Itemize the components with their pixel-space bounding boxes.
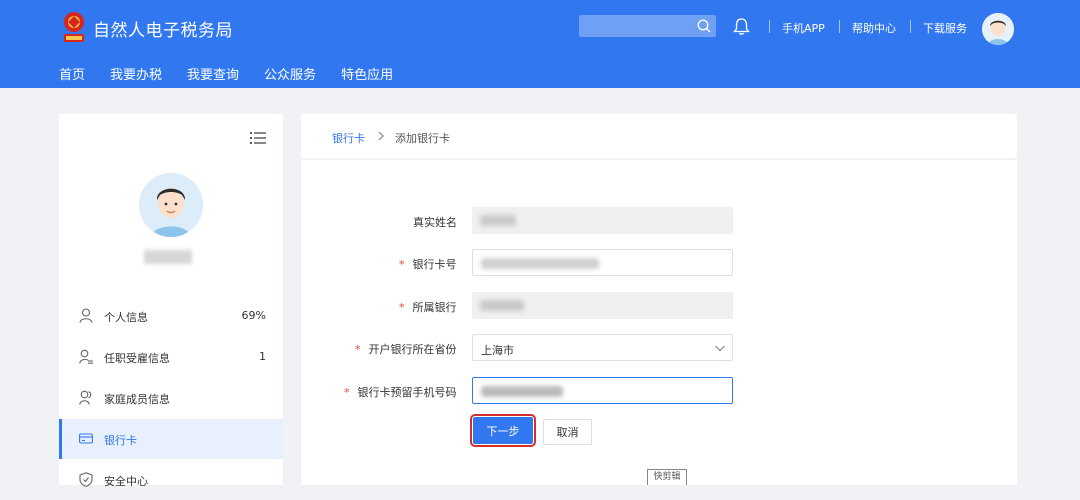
phone-label: * 银行卡预留手机号码 <box>344 386 457 399</box>
chevron-down-icon[interactable] <box>714 343 726 353</box>
cancel-button[interactable]: 取消 <box>543 419 592 445</box>
avatar-face-icon <box>139 173 203 237</box>
chevron-right-icon <box>378 131 384 141</box>
breadcrumb: 银行卡 添加银行卡 <box>301 114 1017 158</box>
breadcrumb-current: 添加银行卡 <box>395 132 450 145</box>
sidebar-item-family-info[interactable]: 家庭成员信息 <box>59 378 283 418</box>
breadcrumb-bank-card-link[interactable]: 银行卡 <box>332 130 365 146</box>
bank-label: * 所属银行 <box>399 301 457 314</box>
user-icon <box>79 308 93 323</box>
bank-field <box>472 292 733 319</box>
site-title: 自然人电子税务局 <box>93 21 233 41</box>
menu-icon[interactable] <box>250 131 266 145</box>
nav-home[interactable]: 首页 <box>59 64 85 83</box>
header-separator <box>839 20 840 33</box>
help-center-link[interactable]: 帮助中心 <box>852 20 896 36</box>
phone-input[interactable] <box>472 377 733 404</box>
province-selected-value: 上海市 <box>481 344 514 357</box>
phone-value-redacted <box>481 386 563 397</box>
search-box[interactable] <box>579 15 716 37</box>
province-select[interactable]: 上海市 <box>472 334 733 361</box>
bank-value-redacted <box>480 300 524 311</box>
sidebar-item-employment-info[interactable]: 任职受雇信息 1 <box>59 337 283 377</box>
name-label: 真实姓名 <box>413 216 457 229</box>
bank-card-icon <box>79 433 93 444</box>
nav-public-service[interactable]: 公众服务 <box>264 64 316 83</box>
sidebar-item-bank-card[interactable]: 银行卡 <box>59 419 283 459</box>
user-avatar[interactable] <box>982 13 1014 45</box>
employment-count: 1 <box>259 350 266 363</box>
sidebar-item-label: 银行卡 <box>104 434 137 447</box>
sidebar-item-label: 安全中心 <box>104 475 148 488</box>
family-icon <box>79 390 92 405</box>
name-field <box>472 207 733 234</box>
card-number-input[interactable] <box>472 249 733 276</box>
sidebar-item-label: 个人信息 <box>104 311 148 324</box>
nav-file-tax[interactable]: 我要办税 <box>110 64 162 83</box>
required-mark: * <box>399 301 405 314</box>
completion-percent: 69% <box>241 309 266 322</box>
sidebar-item-label: 家庭成员信息 <box>104 393 170 406</box>
next-step-button[interactable]: 下一步 <box>470 414 536 447</box>
sidebar-item-security-center[interactable]: 安全中心 <box>59 460 283 500</box>
sidebar-item-label: 任职受雇信息 <box>104 352 170 365</box>
search-input[interactable] <box>579 15 689 37</box>
add-bank-card-form: 真实姓名 * 银行卡号 * 所属银行 * 开户银行所在省份 上海市 * 银行卡预留手机号… <box>301 160 1017 485</box>
required-mark: * <box>344 386 350 399</box>
sidebar-item-personal-info[interactable]: 个人信息 69% <box>59 296 283 336</box>
header-separator <box>910 20 911 33</box>
required-mark: * <box>399 258 405 271</box>
search-icon[interactable] <box>696 18 712 34</box>
profile-avatar <box>139 173 203 237</box>
main-nav: 首页 我要办税 我要查询 公众服务 特色应用 <box>59 64 418 83</box>
user-list-icon <box>79 349 93 364</box>
card-number-value-redacted <box>481 258 599 269</box>
card-number-label: * 银行卡号 <box>399 258 457 271</box>
name-value-redacted <box>480 215 516 226</box>
top-header: 自然人电子税务局 手机APP 帮助中心 下载服务 首页 我要办税 我要查询 公众… <box>0 0 1080 88</box>
floating-watermark-tag: 快剪辑 <box>647 469 687 485</box>
province-label: * 开户银行所在省份 <box>355 343 457 356</box>
sidebar: 个人信息 69% 任职受雇信息 1 家庭成员信息 银行卡 安全中心 <box>59 114 283 488</box>
nav-special-apps[interactable]: 特色应用 <box>341 64 393 83</box>
header-separator <box>769 20 770 33</box>
nav-query[interactable]: 我要查询 <box>187 64 239 83</box>
tax-emblem-logo <box>64 12 84 42</box>
avatar-face-icon <box>982 13 1014 45</box>
download-service-link[interactable]: 下载服务 <box>923 20 967 36</box>
profile-name-redacted <box>144 250 192 264</box>
required-mark: * <box>355 343 361 356</box>
bell-icon[interactable] <box>733 17 750 36</box>
mobile-app-link[interactable]: 手机APP <box>782 20 825 36</box>
